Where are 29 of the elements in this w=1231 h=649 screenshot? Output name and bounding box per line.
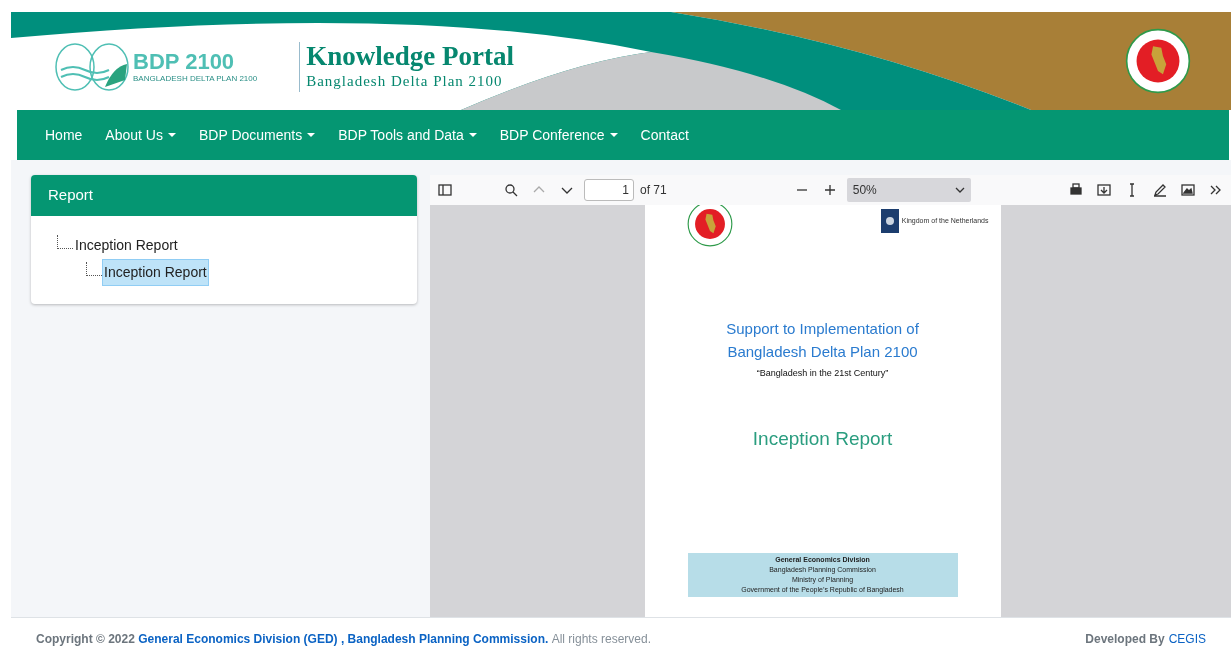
logo-subtitle: BANGLADESH DELTA PLAN 2100 [133, 74, 258, 84]
caret-icon [954, 187, 965, 193]
credit-label: Developed By [1085, 631, 1165, 648]
copyright-text: Copyright © 2022 General Economics Division (GED) , Bangladesh Planning Commission. All rights reserved. [36, 631, 652, 648]
report-title: Inception Report [752, 426, 893, 451]
logo-icon [55, 42, 129, 92]
nav-link[interactable]: Home [34, 124, 94, 146]
nav-link[interactable]: BDP Tools and Data [327, 124, 488, 146]
portal-title: Knowledge Portal [306, 41, 514, 70]
zoom-select[interactable]: 50% [846, 178, 971, 202]
page-count: of 71 [640, 182, 667, 199]
tree-item[interactable]: Inception Report [73, 232, 180, 259]
copyright-link[interactable]: General Economics Division (GED) , Bangladesh Planning Commission. [138, 632, 549, 646]
portal-subtitle: Bangladesh Delta Plan 2100 [306, 71, 504, 91]
page-number-field[interactable]: 1 [584, 179, 634, 201]
nav-link[interactable]: BDP Documents [187, 124, 327, 146]
nav-link[interactable]: About Us [94, 124, 187, 146]
nav-link[interactable]: BDP Conference [488, 124, 629, 146]
nav-link[interactable]: Contact [629, 124, 700, 146]
document-title-line: Support to Implementation of [726, 319, 919, 339]
document-title-line: Bangladesh Delta Plan 2100 [727, 342, 918, 362]
credit-link[interactable]: CEGIS [1168, 630, 1206, 648]
document-tagline: “Bangladesh in the 21st Century” [756, 367, 889, 380]
panel-title: Report [48, 185, 94, 206]
tree-connector-icon [57, 234, 73, 249]
crest-icon [880, 209, 899, 233]
logo-title: BDP 2100 [133, 50, 236, 74]
emblem-icon [1125, 28, 1191, 94]
tree-item[interactable]: Inception Report [102, 259, 209, 286]
